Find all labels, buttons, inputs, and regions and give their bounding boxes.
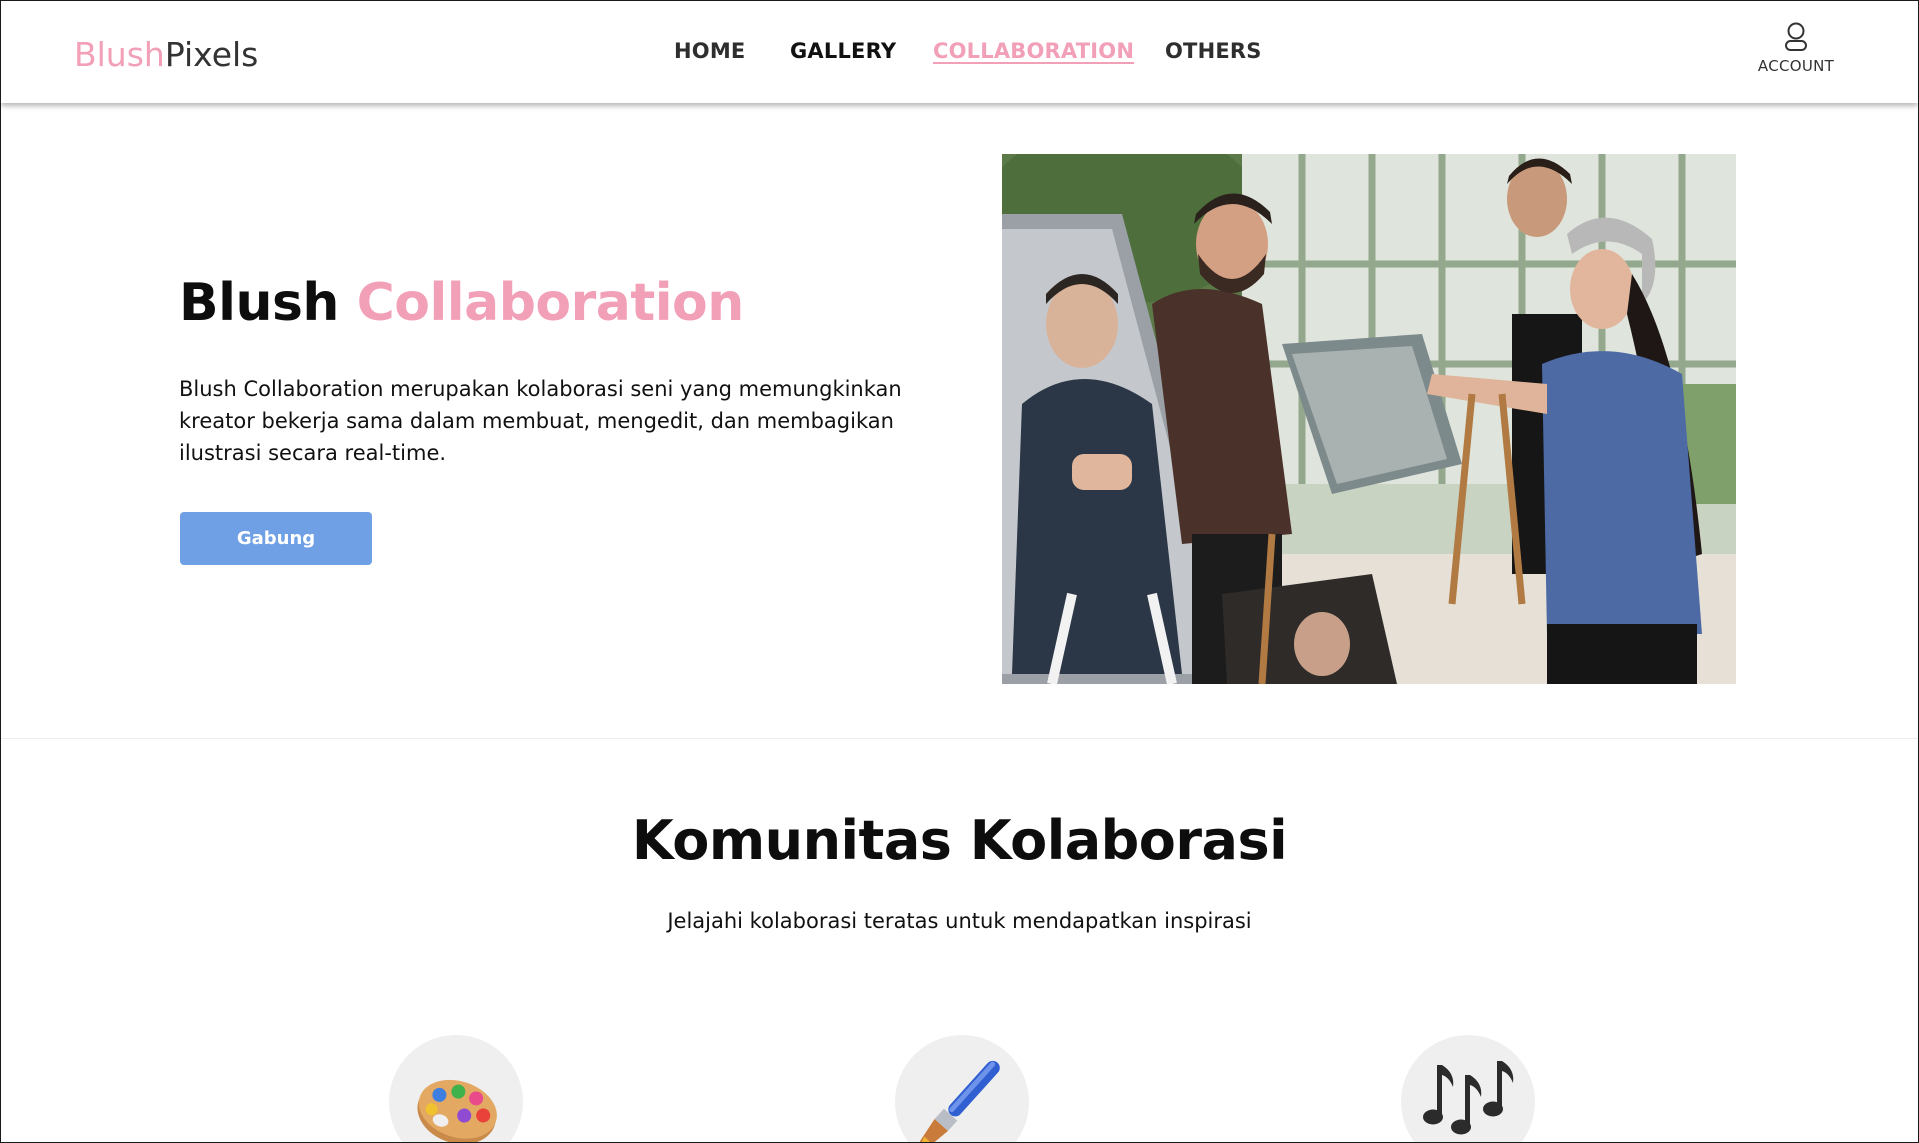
nav-item-others[interactable]: OTHERS <box>1165 39 1262 63</box>
section-divider <box>1 738 1918 739</box>
category-brush[interactable] <box>895 1035 1029 1142</box>
hero-photo <box>1002 154 1736 684</box>
navbar: BlushPixels HOME GALLERY COLLABORATION O… <box>1 1 1918 103</box>
hero-title-part2: Collaboration <box>356 273 745 333</box>
nav-item-home[interactable]: HOME <box>674 39 745 63</box>
account-button[interactable]: ACCOUNT <box>1741 21 1851 75</box>
category-palette[interactable] <box>389 1035 523 1142</box>
browser-viewport: BlushPixels HOME GALLERY COLLABORATION O… <box>0 0 1919 1143</box>
community-title: Komunitas Kolaborasi <box>631 809 1288 872</box>
join-button[interactable]: Gabung <box>180 512 372 565</box>
nav-item-gallery[interactable]: GALLERY <box>790 39 896 63</box>
category-music[interactable] <box>1401 1035 1535 1142</box>
main-nav: HOME GALLERY COLLABORATION OTHERS <box>1 39 1918 69</box>
hero-description: Blush Collaboration merupakan kolaborasi… <box>179 377 902 465</box>
nav-item-collaboration[interactable]: COLLABORATION <box>933 39 1134 63</box>
hero-title: Blush Collaboration <box>179 273 744 333</box>
user-icon <box>1741 21 1851 53</box>
account-label: ACCOUNT <box>1757 57 1835 75</box>
community-subtitle: Jelajahi kolaborasi teratas untuk mendap… <box>667 909 1252 933</box>
hero-title-part1: Blush <box>179 273 339 333</box>
